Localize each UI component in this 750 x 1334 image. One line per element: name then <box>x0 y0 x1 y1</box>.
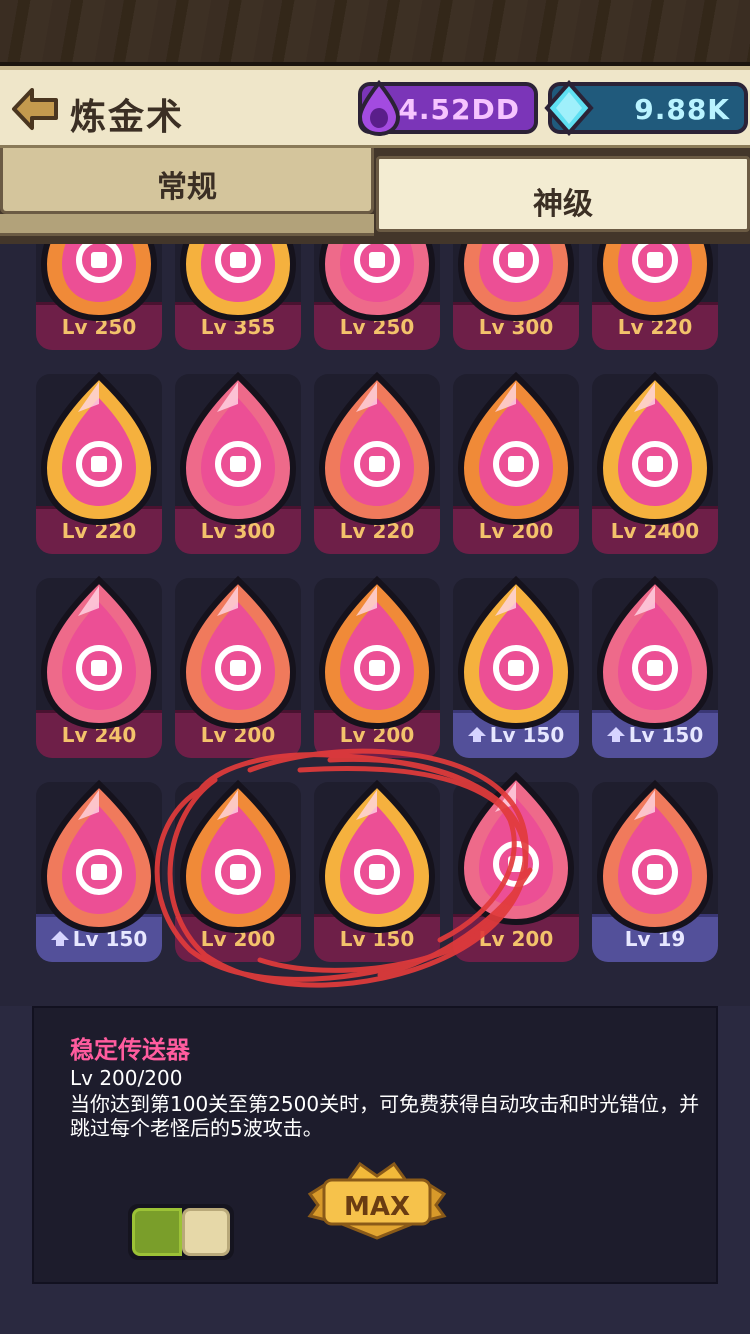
alchemy-item[interactable]: Lv 200 <box>169 772 307 968</box>
back-arrow-icon[interactable] <box>10 86 60 132</box>
gem-value: 9.88K <box>634 93 730 126</box>
alchemy-screen: 炼金术 4.52DD 9.88K 常规 神级 Lv 250 Lv 355 Lv 25… <box>0 0 750 1334</box>
alchemy-gem-icon <box>457 575 575 730</box>
alchemy-item[interactable]: Lv 300 <box>447 244 585 356</box>
alchemy-gem-icon <box>40 244 158 322</box>
alchemy-item[interactable]: Lv 220 <box>308 364 446 560</box>
item-name: 稳定传送器 <box>70 1036 190 1064</box>
alchemy-item[interactable]: Lv 200 <box>308 568 446 764</box>
info-panel: 稳定传送器 Lv 200/200 当你达到第100关至第2500关时，可免费获得… <box>32 1006 718 1284</box>
alchemy-gem-icon <box>179 244 297 322</box>
alchemy-gem-icon <box>318 575 436 730</box>
alchemy-gem-icon <box>318 779 436 934</box>
alchemy-item[interactable]: Lv 220 <box>586 244 724 356</box>
tab-normal[interactable]: 常规 <box>0 148 374 214</box>
bottom-fill <box>0 1284 750 1334</box>
alchemy-gem-icon <box>318 244 436 322</box>
alchemy-item[interactable]: Lv 150 <box>30 772 168 968</box>
alchemy-gem-icon <box>596 575 714 730</box>
alchemy-item[interactable]: Lv 240 <box>30 568 168 764</box>
max-badge: MAX <box>302 1154 452 1244</box>
alchemy-gem-icon <box>596 371 714 526</box>
toggle-knob <box>182 1208 230 1256</box>
elixir-value: 4.52DD <box>398 93 520 126</box>
purple-drop-icon <box>357 80 401 136</box>
alchemy-item[interactable]: Lv 150 <box>447 568 585 764</box>
alchemy-item[interactable]: Lv 150 <box>586 568 724 764</box>
max-label: MAX <box>343 1192 411 1222</box>
alchemy-item[interactable]: Lv 300 <box>169 364 307 560</box>
diamond-gem-icon <box>544 80 594 136</box>
auto-toggle[interactable] <box>128 1204 234 1260</box>
item-level: Lv 200/200 <box>70 1066 183 1090</box>
alchemy-item[interactable]: Lv 220 <box>30 364 168 560</box>
alchemy-item[interactable]: Lv 355 <box>169 244 307 356</box>
alchemy-item[interactable]: Lv 250 <box>308 244 446 356</box>
alchemy-gem-icon <box>179 371 297 526</box>
top-wood-frame <box>0 0 750 66</box>
elixir-counter[interactable]: 4.52DD <box>357 80 538 136</box>
alchemy-gem-icon <box>457 772 575 926</box>
alchemy-gem-icon <box>40 575 158 730</box>
item-description: 当你达到第100关至第2500关时，可免费获得自动攻击和时光错位，并跳过每个老怪… <box>70 1092 700 1140</box>
alchemy-item[interactable]: Lv 2400 <box>586 364 724 560</box>
alchemy-gem-icon <box>318 371 436 526</box>
alchemy-gem-icon <box>457 371 575 526</box>
toggle-on-side <box>132 1208 182 1256</box>
alchemy-gem-icon <box>179 575 297 730</box>
alchemy-gem-icon <box>457 244 575 322</box>
tab-bar: 常规 神级 <box>0 148 750 244</box>
alchemy-item[interactable]: Lv 200 <box>447 364 585 560</box>
alchemy-item[interactable]: Lv 250 <box>30 244 168 356</box>
tab-divine[interactable]: 神级 <box>376 156 750 232</box>
alchemy-item[interactable]: Lv 150 <box>308 772 446 968</box>
alchemy-item[interactable]: Lv 200 <box>169 568 307 764</box>
alchemy-gem-icon <box>40 779 158 934</box>
alchemy-item[interactable]: Lv 19 <box>586 772 724 968</box>
alchemy-gem-icon <box>596 779 714 934</box>
gem-counter[interactable]: 9.88K <box>544 80 748 136</box>
alchemy-gem-icon <box>179 779 297 934</box>
alchemy-gem-icon <box>40 371 158 526</box>
header-bar: 炼金术 4.52DD 9.88K <box>0 66 750 148</box>
page-title: 炼金术 <box>70 97 185 138</box>
alchemy-grid: Lv 250 Lv 355 Lv 250 Lv 300 Lv 220 Lv 220 Lv 3… <box>0 244 750 1006</box>
tab-shadow <box>0 214 374 236</box>
alchemy-item[interactable]: Lv 200 <box>447 772 585 968</box>
alchemy-gem-icon <box>596 244 714 322</box>
